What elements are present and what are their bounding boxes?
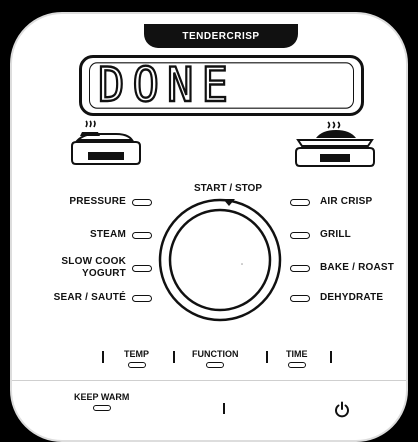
crisping-lid-icon — [295, 121, 375, 167]
temp-led — [127, 362, 146, 368]
start-stop-dial[interactable] — [154, 194, 286, 326]
separator-bar — [102, 351, 104, 363]
sear-saute-label: SEAR / SAUTÉ — [53, 292, 126, 303]
brand-label: TENDERCRISP — [182, 30, 260, 42]
bake-roast-led — [290, 264, 310, 272]
function-sear-saute[interactable]: SEAR / SAUTÉ — [26, 292, 152, 304]
function-led — [206, 362, 225, 368]
display-text: DONE — [89, 57, 354, 114]
keep-warm-led — [92, 405, 111, 411]
separator-bar — [330, 351, 332, 363]
function-label: FUNCTION — [192, 349, 239, 359]
dehydrate-label: DEHYDRATE — [320, 292, 384, 303]
keep-warm-label: KEEP WARM — [74, 392, 130, 402]
divider — [12, 380, 406, 381]
function-air-crisp[interactable]: AIR CRISP — [290, 196, 372, 208]
function-grill[interactable]: GRILL — [290, 229, 351, 241]
grill-label: GRILL — [320, 229, 351, 240]
separator-bar — [223, 403, 225, 414]
time-button[interactable]: TIME — [286, 349, 308, 368]
steam-led — [132, 231, 152, 239]
time-label: TIME — [286, 349, 308, 359]
function-pressure[interactable]: PRESSURE — [26, 196, 152, 208]
pressure-lid-icon — [71, 120, 141, 165]
grill-led — [290, 231, 310, 239]
separator-bar — [173, 351, 175, 363]
function-slow-cook-yogurt[interactable]: SLOW COOK YOGURT — [26, 256, 152, 280]
function-bake-roast[interactable]: BAKE / ROAST — [290, 262, 394, 274]
temp-button[interactable]: TEMP — [124, 349, 149, 368]
air-crisp-led — [290, 198, 310, 206]
temp-label: TEMP — [124, 349, 150, 359]
separator-bar — [266, 351, 268, 363]
start-stop-label: START / STOP — [194, 183, 262, 194]
brand-tab: TENDERCRISP — [144, 24, 298, 48]
function-button[interactable]: FUNCTION — [192, 349, 239, 368]
steam-label: STEAM — [90, 229, 126, 240]
slow-cook-yogurt-label: SLOW COOK YOGURT — [61, 256, 126, 279]
time-led — [287, 362, 306, 368]
air-crisp-label: AIR CRISP — [320, 196, 373, 207]
power-icon[interactable] — [334, 401, 350, 419]
keep-warm-button[interactable]: KEEP WARM — [74, 392, 129, 411]
lcd-display: DONE — [79, 55, 364, 116]
bake-roast-label: BAKE / ROAST — [320, 262, 395, 273]
dehydrate-led — [290, 294, 310, 302]
pressure-label: PRESSURE — [69, 196, 126, 207]
function-steam[interactable]: STEAM — [26, 229, 152, 241]
function-dehydrate[interactable]: DEHYDRATE — [290, 292, 383, 304]
sear-saute-led — [132, 294, 152, 302]
control-panel: TENDERCRISP DONE START / STOP PRESSURE S… — [10, 12, 408, 442]
pressure-led — [132, 198, 152, 206]
slow-cook-led — [132, 264, 152, 272]
